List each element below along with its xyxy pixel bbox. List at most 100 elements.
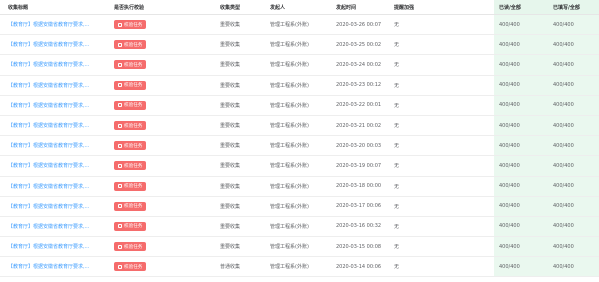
- header-filled[interactable]: 已填写/全部: [548, 0, 599, 14]
- row-remind: 无: [394, 223, 400, 230]
- row-time: 2020-03-15 00:08: [336, 243, 382, 250]
- check-task-label: 校验任务: [124, 204, 143, 210]
- row-type: 普通收集: [220, 264, 241, 271]
- row-sender: 管理工程系(外账): [270, 264, 309, 271]
- row-remind: 无: [394, 102, 400, 109]
- row-title-link[interactable]: 【教育厅】根据安徽省教育厅要求,...: [8, 243, 89, 250]
- row-remind: 无: [394, 22, 400, 29]
- check-task-badge[interactable]: 校验任务: [114, 60, 147, 70]
- task-icon: [118, 143, 122, 148]
- table-row[interactable]: 【教育厅】根据安徽省教育厅要求,... 校验任务 重要收集 管理工程系(外账) …: [0, 115, 599, 137]
- check-task-badge[interactable]: 校验任务: [114, 201, 147, 211]
- row-title-link[interactable]: 【教育厅】根据安徽省教育厅要求,...: [8, 223, 89, 230]
- header-read[interactable]: 已读/全部: [494, 0, 548, 14]
- row-time: 2020-03-20 00:03: [336, 142, 382, 149]
- header-check[interactable]: 是否执行校验: [114, 0, 214, 14]
- table-row[interactable]: 【教育厅】根据安徽省教育厅要求,... 校验任务 重要收集 管理工程系(外账) …: [0, 95, 599, 116]
- header-title[interactable]: 收集标题: [8, 0, 108, 14]
- row-remind: 无: [394, 203, 400, 210]
- row-title-link[interactable]: 【教育厅】根据安徽省教育厅要求,...: [8, 122, 89, 129]
- row-sender: 管理工程系(外账): [270, 143, 309, 150]
- table-row[interactable]: 【教育厅】根据安徽省教育厅要求,... 校验任务 重要收集 管理工程系(外账) …: [0, 55, 599, 76]
- row-time: 2020-03-21 00:02: [336, 122, 382, 129]
- row-remind: 无: [394, 123, 400, 130]
- check-task-label: 校验任务: [124, 22, 143, 28]
- table-row[interactable]: 【教育厅】根据安徽省教育厅要求,... 校验任务 重要收集 管理工程系(外账) …: [0, 136, 599, 157]
- row-remind: 无: [394, 82, 400, 89]
- check-task-label: 校验任务: [124, 224, 143, 230]
- row-type: 重要收集: [220, 183, 241, 190]
- table-row[interactable]: 【教育厅】根据安徽省教育厅要求,... 校验任务 重要收集 管理工程系(外账) …: [0, 216, 599, 238]
- header-time[interactable]: 发起时间: [336, 0, 386, 14]
- row-filled: 400/400: [548, 15, 599, 35]
- row-type: 重要收集: [220, 244, 241, 251]
- row-read: 400/400: [494, 136, 548, 156]
- table-row[interactable]: 【教育厅】根据安徽省教育厅要求,... 校验任务 重要收集 管理工程系(外账) …: [0, 176, 599, 197]
- table-row[interactable]: 【教育厅】根据安徽省教育厅要求,... 校验任务 重要收集 管理工程系(外账) …: [0, 35, 599, 56]
- row-time: 2020-03-14 00:06: [336, 263, 382, 270]
- row-filled: 400/400: [548, 257, 599, 277]
- row-sender: 管理工程系(外账): [270, 244, 309, 251]
- row-sender: 管理工程系(外账): [270, 183, 309, 190]
- row-title-link[interactable]: 【教育厅】根据安徽省教育厅要求,...: [8, 41, 89, 48]
- check-task-badge[interactable]: 校验任务: [114, 20, 147, 30]
- check-task-label: 校验任务: [124, 103, 143, 109]
- task-icon: [118, 163, 122, 168]
- check-task-badge[interactable]: 校验任务: [114, 262, 147, 272]
- row-title-link[interactable]: 【教育厅】根据安徽省教育厅要求,...: [8, 21, 89, 28]
- row-read: 400/400: [494, 156, 548, 176]
- row-title-link[interactable]: 【教育厅】根据安徽省教育厅要求,...: [8, 142, 89, 149]
- row-title-link[interactable]: 【教育厅】根据安徽省教育厅要求,...: [8, 183, 89, 190]
- row-filled: 400/400: [548, 136, 599, 156]
- task-icon: [118, 123, 122, 128]
- row-filled: 400/400: [548, 115, 599, 136]
- row-sender: 管理工程系(外账): [270, 42, 309, 49]
- row-read: 400/400: [494, 75, 548, 95]
- row-type: 重要收集: [220, 203, 241, 210]
- table-row[interactable]: 【教育厅】根据安徽省教育厅要求,... 校验任务 重要收集 管理工程系(外账) …: [0, 196, 599, 217]
- check-task-badge[interactable]: 校验任务: [114, 161, 147, 171]
- row-title-link[interactable]: 【教育厅】根据安徽省教育厅要求,...: [8, 82, 89, 89]
- row-read: 400/400: [494, 55, 548, 75]
- row-filled: 400/400: [548, 55, 599, 75]
- row-read: 400/400: [494, 237, 548, 257]
- check-task-badge[interactable]: 校验任务: [114, 141, 147, 151]
- table-row[interactable]: 【教育厅】根据安徽省教育厅要求,... 校验任务 重要收集 管理工程系(外账) …: [0, 75, 599, 96]
- table-body: 【教育厅】根据安徽省教育厅要求,... 校验任务 重要收集 管理工程系(外账) …: [0, 15, 599, 278]
- task-icon: [118, 224, 122, 229]
- table-row[interactable]: 【教育厅】根据安徽省教育厅要求,... 校验任务 普通收集 管理工程系(外账) …: [0, 257, 599, 278]
- check-task-badge[interactable]: 校验任务: [114, 181, 147, 191]
- table-row[interactable]: 【教育厅】根据安徽省教育厅要求,... 校验任务 重要收集 管理工程系(外账) …: [0, 237, 599, 258]
- row-title-link[interactable]: 【教育厅】根据安徽省教育厅要求,...: [8, 102, 89, 109]
- row-remind: 无: [394, 143, 400, 150]
- row-type: 重要收集: [220, 62, 241, 69]
- row-type: 重要收集: [220, 102, 241, 109]
- row-filled: 400/400: [548, 156, 599, 176]
- row-type: 重要收集: [220, 143, 241, 150]
- header-remind[interactable]: 提醒加强: [394, 0, 494, 14]
- check-task-badge[interactable]: 校验任务: [114, 80, 147, 90]
- row-time: 2020-03-24 00:02: [336, 61, 382, 68]
- row-title-link[interactable]: 【教育厅】根据安徽省教育厅要求,...: [8, 61, 89, 68]
- check-task-badge[interactable]: 校验任务: [114, 242, 147, 252]
- header-sender[interactable]: 发起人: [270, 0, 330, 14]
- table-row[interactable]: 【教育厅】根据安徽省教育厅要求,... 校验任务 重要收集 管理工程系(外账) …: [0, 15, 599, 36]
- row-type: 重要收集: [220, 163, 241, 170]
- row-title-link[interactable]: 【教育厅】根据安徽省教育厅要求,...: [8, 203, 89, 210]
- check-task-badge[interactable]: 校验任务: [114, 40, 147, 50]
- row-time: 2020-03-25 00:02: [336, 41, 382, 48]
- row-title-link[interactable]: 【教育厅】根据安徽省教育厅要求,...: [8, 263, 89, 270]
- check-task-badge[interactable]: 校验任务: [114, 121, 147, 131]
- check-task-label: 校验任务: [124, 244, 143, 250]
- row-title-link[interactable]: 【教育厅】根据安徽省教育厅要求,...: [8, 162, 89, 169]
- row-filled: 400/400: [548, 75, 599, 95]
- row-type: 重要收集: [220, 42, 241, 49]
- table-row[interactable]: 【教育厅】根据安徽省教育厅要求,... 校验任务 重要收集 管理工程系(外账) …: [0, 156, 599, 177]
- check-task-badge[interactable]: 校验任务: [114, 221, 147, 231]
- row-filled: 400/400: [548, 237, 599, 257]
- row-remind: 无: [394, 62, 400, 69]
- check-task-badge[interactable]: 校验任务: [114, 100, 147, 110]
- header-type[interactable]: 收集类型: [220, 0, 266, 14]
- check-task-label: 校验任务: [124, 163, 143, 169]
- task-icon: [118, 244, 122, 249]
